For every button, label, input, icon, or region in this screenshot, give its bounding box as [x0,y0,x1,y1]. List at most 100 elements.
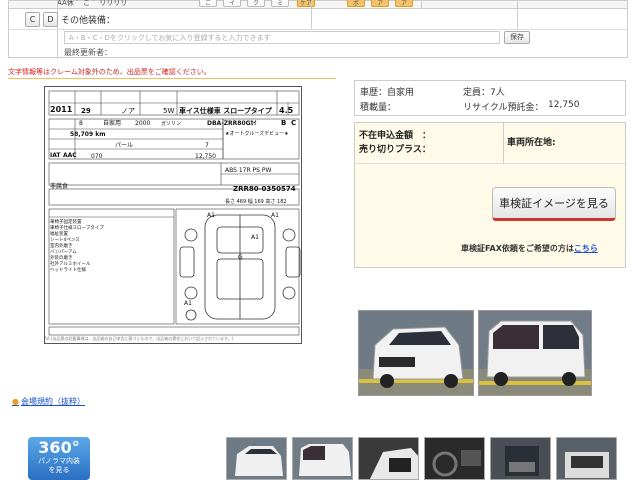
sheet-grade: 4.5 [279,106,294,115]
sheet-footer: AA (出品票の記載事項は、出品者の自己申告に基づくもので、出品者の責任において… [44,336,234,341]
sheet-displacement: 2000 [135,120,150,127]
venue-rules-link[interactable]: ● 会場規約（抜粋） [12,396,85,407]
cut-label: AA休 ゛こ ゛リリリリ [57,0,128,7]
sheet-color-code: 070 [91,153,103,160]
check-button-8[interactable]: ア [395,0,413,7]
car-diagram [179,214,301,321]
history-label: 車歴：自家用 [360,88,415,98]
check-button-6[interactable]: ポ [347,0,365,7]
sheet-recycle: 12,750 [195,153,216,160]
sheet-usage: 自家用 [103,119,121,127]
car-photo-rear-image [479,311,591,395]
damage-a1-center: A1 [251,234,259,241]
sheet-feature-4: シート4ペンス [50,237,80,243]
sheet-feature-9: ヘッドライト仕様 [50,266,86,273]
damage-a1-left: A1 [207,212,215,219]
thumbnail-4[interactable] [424,437,485,480]
sheet-auto-cruise: ★オートクルーズデビュー★ [225,130,289,137]
sheet-feature-6: バンパーアム [50,249,77,255]
panorama-line2: を見る [48,466,70,474]
thumbnail-2[interactable] [292,437,353,480]
check-row: AA休 ゛こ ゛リリリリ ご イ ク ミ ケア ポ ア ア [9,0,627,9]
row-divider [9,29,627,30]
damage-a1-bottom: A1 [184,300,192,307]
sheet-equipment: ABS 17R PS PW [225,167,271,174]
thumbnail-1[interactable] [226,437,287,480]
check-button-3[interactable]: ク [247,0,265,7]
sheet-feature-5: 室内外磨き [50,242,73,249]
panorama-360-label: 360° [38,438,80,457]
vehicle-info-panel: 車歴：自家用 定員：7人 積載量： リサイクル預託金： 12,750 [354,80,626,116]
fax-request-label: 車検証FAX依頼をご希望の方は [461,244,574,253]
damage-g: G [238,254,243,261]
sheet-model-code: DBA-ZRR80Gｶｲ [207,120,257,127]
divider [517,1,518,29]
c-button[interactable]: C [25,12,40,27]
car-photo-rear[interactable] [478,310,592,396]
save-button[interactable]: 保存 [504,31,530,44]
memo-input[interactable]: A・B・C・Dをクリックしてお気に入り登録すると入力できます [64,31,500,44]
purchase-info-panel: 不在申込金額 ： 売り切りプラス： 車両所在地: 車検証イメージを見る 車検証F… [354,122,626,268]
thumbnail-3[interactable] [358,437,419,480]
sheet-feature-2: 車椅子仕様スロープタイプ [50,224,104,231]
thumbnail-5[interactable] [490,437,551,480]
thumbnail-6-image [557,438,616,479]
auction-sheet[interactable]: 2011 29 ノア 5W 車イス仕様車 スロープタイプ 4.5 8 自家用 2… [44,86,302,344]
sheet-trans: IAT [50,152,61,159]
sheet-title: 車イス仕様車 スロープタイプ [179,106,273,115]
divider [8,78,336,79]
view-shaken-image-button[interactable]: 車検証イメージを見る [492,187,616,221]
auction-sheet-image: 2011 29 ノア 5W 車イス仕様車 スロープタイプ 4.5 8 自家用 2… [48,90,301,336]
sheet-feature-7: 外装の磨き [50,254,73,261]
sheet-seats: 5W [163,107,174,115]
d-button[interactable]: D [43,12,58,27]
sheet-chassis: ZRR80-0350574 [233,185,296,193]
sheet-dims: 長さ 469 幅 169 高さ 182 [225,198,287,205]
venue-rules-label: 会場規約（抜粋） [20,397,85,406]
sheet-year-sub: 29 [81,107,91,115]
capacity-label: 定員：7人 [463,88,505,98]
sheet-year: 2011 [50,105,73,114]
thumbnail-6[interactable] [556,437,617,480]
load-label: 積載量： [360,103,397,113]
thumbnail-4-image [425,438,484,479]
other-equipment-label: その他装備： [61,16,116,26]
divider [57,1,58,59]
divider [311,1,312,29]
last-updater-label: 最終更新者： [64,48,112,57]
car-photo-front[interactable] [358,310,474,396]
sheet-feature-3: 福祉装置 [50,230,68,237]
sheet-model: ノア [121,107,135,115]
divider [421,1,422,9]
divider [355,163,625,164]
thumbnail-5-image [491,438,550,479]
panorama-line1: パノラマ内装 [38,457,80,465]
divider [503,123,504,163]
sheet-mileage: 58,709 km [70,131,105,138]
sheet-inspection-note: 非腐食 [50,182,68,190]
check-button-4[interactable]: ミ [271,0,289,7]
check-button-2[interactable]: イ [223,0,241,7]
unsold-amount-label: 不在申込金額 ： [359,131,432,141]
thumbnail-2-image [293,438,352,479]
sheet-feature-8: 社外アルミホイール [50,260,91,267]
recycle-label: リサイクル預託金： [463,103,544,113]
bullet-icon: ● [12,397,19,406]
thumbnail-3-image [359,438,418,479]
sheet-feature-1: 車椅子固定装置 [50,218,82,225]
sheet-doors: 8 [79,120,83,127]
sheet-color-no: 7 [205,142,209,149]
sheet-color: パール [115,142,133,149]
location-label: 車両所在地: [507,138,556,148]
notice-text: 文字情報等はクレーム対象外のため、出品票をご確認ください。 [8,68,211,76]
fax-request-link[interactable]: こちら [574,244,598,253]
sheet-score-c: C [291,119,296,127]
car-photo-front-image [359,311,473,395]
check-button-5[interactable]: ケア [297,0,315,7]
fax-request-text: 車検証FAX依頼をご希望の方はこちら [461,243,598,254]
sell-plus-label: 売り切りプラス： [359,145,431,155]
panorama-interior-button[interactable]: 360° パノラマ内装 を見る [28,437,90,480]
thumbnail-1-image [227,438,286,479]
check-button-1[interactable]: ご [199,0,217,7]
check-button-7[interactable]: ア [371,0,389,7]
